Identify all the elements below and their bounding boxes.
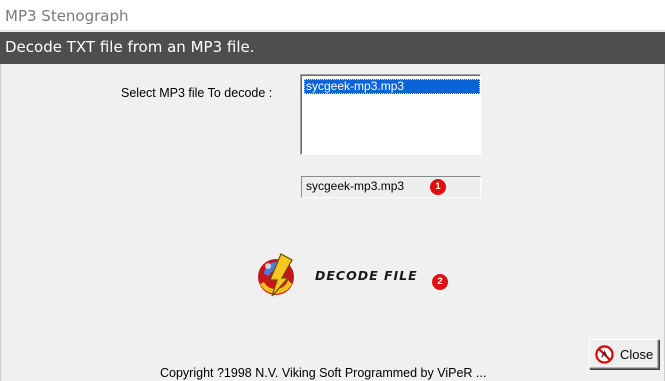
window-title: MP3 Stenograph (5, 7, 129, 25)
select-mp3-label: Select MP3 file To decode : (121, 86, 273, 100)
header-band: Decode TXT file from an MP3 file. (0, 32, 665, 64)
list-item[interactable]: sycgeek-mp3.mp3 (304, 79, 480, 94)
close-label: Close (620, 347, 654, 362)
header-text: Decode TXT file from an MP3 file. (5, 38, 255, 56)
left-border (0, 64, 1, 381)
copyright-text: Copyright ?1998 N.V. Viking Soft Program… (160, 366, 487, 380)
step-badge-1: 1 (430, 179, 446, 195)
decode-file-button[interactable]: DECODE FILE (254, 252, 424, 300)
window-titlebar[interactable]: MP3 Stenograph (0, 0, 665, 31)
no-entry-icon (595, 345, 614, 364)
decode-file-label: DECODE FILE (315, 268, 418, 283)
selected-filename-field: sycgeek-mp3.mp3 (301, 176, 481, 198)
mp3-file-listbox[interactable]: sycgeek-mp3.mp3 (300, 74, 481, 155)
close-button[interactable]: Close (589, 339, 659, 369)
decode-logo-icon (258, 253, 294, 297)
step-badge-2: 2 (432, 274, 448, 290)
